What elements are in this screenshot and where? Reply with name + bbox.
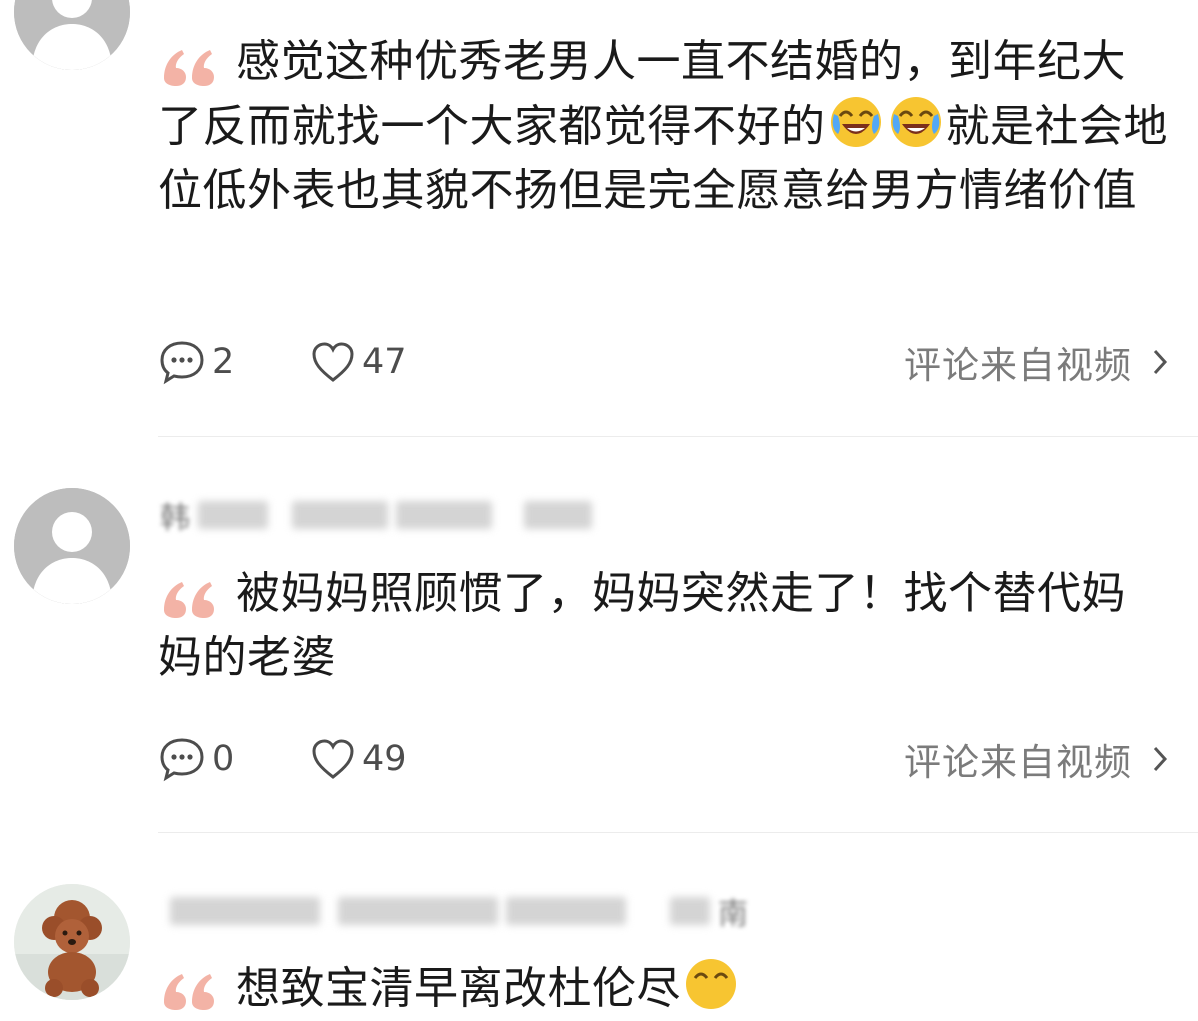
crying-laughing-emoji-icon <box>686 959 736 1009</box>
comment-source-link[interactable]: 评论来自视频 <box>904 734 1170 784</box>
divider <box>158 436 1198 437</box>
comment-bubble-icon <box>160 341 204 385</box>
comment-text: 被妈妈照顾惯了，妈妈突然走了！找个替代妈妈的老婆 <box>158 568 1126 683</box>
comment-text: 想致宝清早离改杜伦尽 <box>158 956 1168 1021</box>
like-button[interactable]: 47 <box>310 337 407 387</box>
comment-source-link[interactable]: 评论来自视频 <box>904 337 1170 387</box>
like-button[interactable]: 49 <box>310 734 407 784</box>
default-avatar-icon <box>14 488 130 604</box>
poodle-avatar-icon <box>14 884 130 1000</box>
chevron-right-icon <box>1153 349 1168 375</box>
source-label: 评论来自视频 <box>904 741 1132 784</box>
comment-text: 感觉这种优秀老男人一直不结婚的，到年纪大了反而就找一个大家都觉得不好的 就是社会… <box>158 36 1168 216</box>
chevron-right-icon <box>1153 746 1168 772</box>
heart-icon <box>312 739 354 779</box>
divider <box>158 832 1198 833</box>
default-avatar-icon <box>14 0 130 70</box>
reply-button[interactable]: 0 <box>158 734 234 784</box>
reply-count: 0 <box>212 739 235 779</box>
username-blurred[interactable]: 韩 <box>160 492 592 538</box>
reply-button[interactable]: 2 <box>158 337 234 387</box>
like-count: 49 <box>362 739 407 779</box>
username-blurred[interactable]: 南 <box>160 888 748 934</box>
heart-icon <box>312 342 354 382</box>
like-count: 47 <box>362 342 407 382</box>
comment-actions: 2 47 评论来自视频 <box>158 337 1178 387</box>
username-visible-part: 南 <box>718 897 748 932</box>
reply-count: 2 <box>212 342 235 382</box>
comment-actions: 0 49 评论来自视频 <box>158 734 1178 784</box>
comment-bubble-icon <box>160 738 204 782</box>
username-visible-part: 韩 <box>160 501 190 536</box>
crying-laughing-emoji-icon <box>890 97 941 147</box>
crying-laughing-emoji-icon <box>830 97 881 147</box>
avatar[interactable] <box>14 488 130 604</box>
source-label: 评论来自视频 <box>904 344 1132 387</box>
avatar[interactable] <box>14 0 130 70</box>
avatar[interactable] <box>14 884 130 1000</box>
